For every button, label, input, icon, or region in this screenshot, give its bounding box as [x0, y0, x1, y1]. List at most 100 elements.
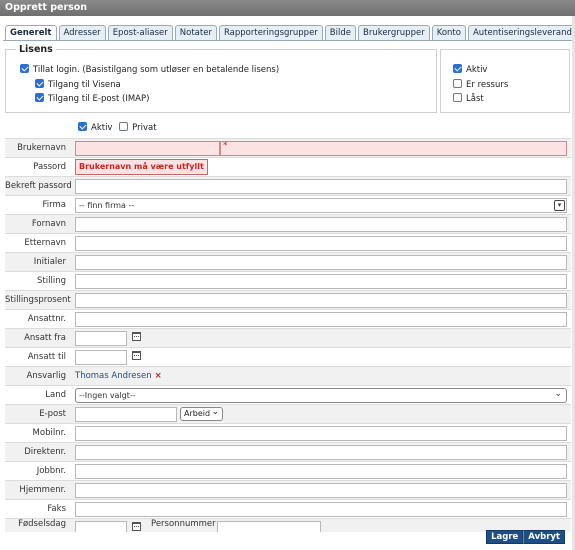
imap-access-label: Tilgang til E-post (IMAP)	[48, 94, 150, 104]
row-hjemmenr: Hjemmenr.	[5, 480, 571, 499]
faks-input[interactable]	[75, 502, 567, 517]
privat-label: Privat	[132, 123, 157, 133]
imap-access-checkbox[interactable]	[35, 93, 44, 102]
brukernavn-error-strip	[220, 141, 567, 156]
er-ressurs-label: Er ressurs	[466, 80, 509, 90]
visena-access-option[interactable]: Tilgang til Visena	[35, 79, 121, 91]
tab-konto[interactable]: Konto	[431, 25, 466, 40]
tab-generelt[interactable]: Generelt	[5, 25, 57, 41]
tab-notater[interactable]: Notater	[174, 25, 217, 40]
epost-input[interactable]	[75, 407, 177, 422]
mobilnr-label: Mobilnr.	[32, 428, 66, 438]
land-select[interactable]: --Ingen valgt-- ⌄	[75, 388, 567, 403]
aktiv-status-option[interactable]: Aktiv	[453, 64, 487, 76]
tab-rapporteringsgrupper[interactable]: Rapporteringsgrupper	[218, 25, 323, 40]
calendar-icon[interactable]	[132, 332, 141, 341]
faks-label: Faks	[47, 504, 66, 514]
allow-login-label: Tillat login. (Basistilgang som utløser …	[33, 65, 280, 75]
jobbnr-input[interactable]	[75, 464, 567, 479]
tab-divider	[3, 40, 572, 41]
direktenr-input[interactable]	[75, 445, 567, 460]
row-faks: Faks	[5, 499, 571, 518]
row-stillingsprosent: Stillingsprosent	[5, 290, 571, 309]
aktiv-status-label: Aktiv	[466, 65, 488, 75]
initialer-input[interactable]	[75, 255, 567, 270]
ansvarlig-name[interactable]: Thomas Andresen	[75, 371, 152, 381]
aktiv-checkbox[interactable]	[78, 122, 87, 131]
row-etternavn: Etternavn	[5, 233, 571, 252]
ansattnr-label: Ansattnr.	[27, 314, 66, 324]
stillingsprosent-input[interactable]	[75, 293, 567, 308]
direktenr-label: Direktenr.	[24, 447, 66, 457]
row-bekreft-passord: Bekreft passord	[5, 176, 571, 195]
initialer-label: Initialer	[33, 257, 66, 267]
lisens-legend: Lisens	[16, 44, 56, 55]
tab-epost-aliaser[interactable]: Epost-aliaser	[107, 25, 173, 40]
bekreft-passord-label: Bekreft passord	[5, 181, 72, 191]
privat-checkbox[interactable]	[119, 122, 129, 131]
ansvarlig-link[interactable]: Thomas Andresen ×	[75, 367, 162, 385]
bekreft-passord-input[interactable]	[75, 179, 567, 194]
row-mobilnr: Mobilnr.	[5, 423, 571, 442]
row-jobbnr: Jobbnr.	[5, 461, 571, 480]
personnummer-input[interactable]	[217, 521, 321, 532]
etternavn-input[interactable]	[75, 236, 567, 251]
chevron-down-icon[interactable]: ▾	[554, 200, 565, 211]
remove-icon[interactable]: ×	[155, 371, 162, 381]
tab-brukergrupper[interactable]: Brukergrupper	[357, 25, 430, 40]
calendar-icon[interactable]	[132, 351, 141, 360]
er-ressurs-option[interactable]: Er ressurs	[453, 79, 508, 91]
row-ansatt-fra: Ansatt fra	[5, 328, 571, 347]
row-passord: Passord Brukernavn må være utfyllt	[5, 157, 571, 176]
hjemmenr-input[interactable]	[75, 483, 567, 498]
epost-label: E-post	[39, 409, 66, 419]
brukernavn-label: Brukernavn	[17, 143, 66, 153]
cancel-button[interactable]: Avbryt	[523, 530, 565, 544]
calendar-icon[interactable]	[132, 522, 141, 531]
firma-label: Firma	[42, 200, 66, 210]
last-label: Låst	[466, 94, 484, 104]
row-epost: E-post Arbeid	[5, 404, 571, 423]
tab-adresser[interactable]: Adresser	[58, 25, 106, 40]
mobilnr-input[interactable]	[75, 426, 567, 441]
last-checkbox[interactable]	[453, 93, 462, 102]
brukernavn-input[interactable]	[75, 141, 220, 156]
imap-access-option[interactable]: Tilgang til E-post (IMAP)	[35, 93, 149, 105]
hjemmenr-label: Hjemmenr.	[19, 485, 66, 495]
passord-label: Passord	[33, 162, 66, 172]
row-firma: Firma -- finn firma -- ▾	[5, 195, 571, 214]
ansatt-til-input[interactable]	[75, 350, 127, 365]
window-title-bar: Opprett person	[0, 0, 575, 16]
row-ansvarlig: Ansvarlig Thomas Andresen ×	[5, 366, 571, 385]
allow-login-option[interactable]: Tillat login. (Basistilgang som utløser …	[20, 64, 279, 76]
row-initialer: Initialer	[5, 252, 571, 271]
visena-access-label: Tilgang til Visena	[48, 80, 121, 90]
dialog-actions: Lagre Avbryt	[486, 530, 565, 544]
firma-select[interactable]: -- finn firma -- ▾	[75, 198, 567, 213]
land-label: Land	[45, 390, 66, 400]
fodselsdag-input[interactable]	[75, 521, 127, 532]
row-land: Land --Ingen valgt-- ⌄	[5, 385, 571, 404]
save-button[interactable]: Lagre	[486, 530, 524, 544]
aktiv-label: Aktiv	[91, 123, 113, 133]
aktiv-status-checkbox[interactable]	[453, 64, 462, 73]
tab-bilde[interactable]: Bilde	[324, 25, 356, 40]
personnummer-label: Personnummer	[151, 519, 216, 529]
allow-login-checkbox[interactable]	[20, 64, 29, 73]
row-ansatt-til: Ansatt til	[5, 347, 571, 366]
firma-select-value: -- finn firma --	[79, 201, 135, 210]
last-option[interactable]: Låst	[453, 93, 484, 105]
visena-access-checkbox[interactable]	[35, 79, 44, 88]
epost-type-select[interactable]: Arbeid	[180, 406, 224, 421]
stilling-input[interactable]	[75, 274, 567, 289]
ansatt-til-label: Ansatt til	[27, 352, 66, 362]
fornavn-input[interactable]	[75, 217, 567, 232]
ansattnr-input[interactable]	[75, 312, 567, 327]
status-box: Aktiv Er ressurs Låst	[440, 49, 570, 113]
fornavn-label: Fornavn	[31, 219, 66, 229]
row-brukernavn: Brukernavn *	[5, 138, 571, 157]
tab-autentiseringsleverandorer[interactable]: Autentiseringsleverandører	[467, 25, 575, 40]
row-fornavn: Fornavn	[5, 214, 571, 233]
er-ressurs-checkbox[interactable]	[453, 79, 462, 88]
ansatt-fra-input[interactable]	[75, 331, 127, 346]
